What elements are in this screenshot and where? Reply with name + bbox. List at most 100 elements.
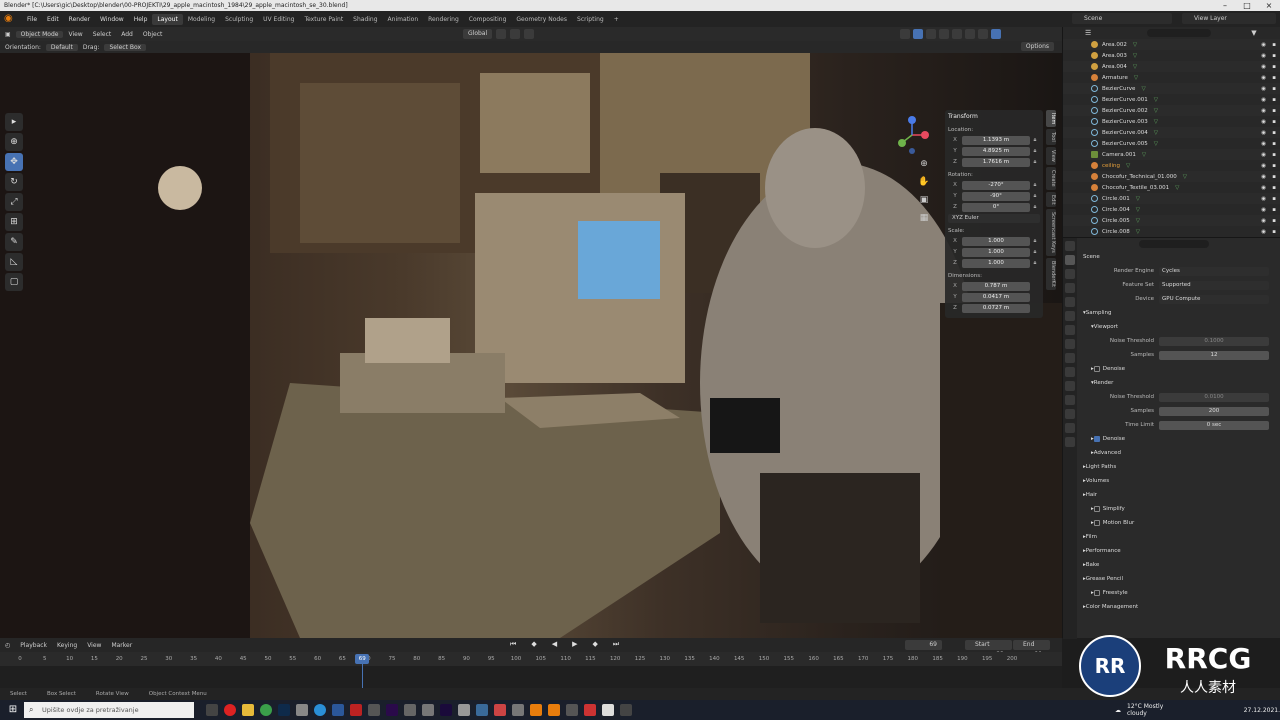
outliner-item-name[interactable]: Circle.005	[1102, 218, 1130, 224]
render-camera-icon[interactable]: ▪	[1272, 53, 1276, 59]
navigation-gizmo[interactable]	[890, 113, 934, 157]
jump-end-icon[interactable]: ⏭	[608, 640, 624, 649]
material-properties-tab[interactable]	[1065, 423, 1075, 433]
outliner-item-name[interactable]: BezierCurve.002	[1102, 108, 1148, 114]
taskbar-search-input[interactable]: ⌕ Upišite ovdje za pretraživanje	[24, 702, 194, 718]
dimensions-z-row[interactable]: Z 0.0727 m	[948, 303, 1040, 313]
visibility-eye-icon[interactable]: ◉	[1261, 207, 1266, 213]
transform-orientation-dropdown[interactable]: Global	[463, 29, 493, 39]
zoom-icon[interactable]: ⊕	[917, 157, 931, 171]
media-icon[interactable]	[404, 704, 416, 716]
outliner-item-name[interactable]: Armature	[1102, 75, 1128, 81]
play-reverse-icon[interactable]: ◀	[547, 640, 562, 649]
outliner-row[interactable]: Chocofur_Textile_03.001 ▽ ◉ ▪	[1063, 182, 1280, 193]
lock-icon[interactable]: 🔒︎	[1030, 238, 1040, 245]
outliner-item-name[interactable]: BezierCurve.003	[1102, 119, 1148, 125]
visibility-eye-icon[interactable]: ◉	[1261, 185, 1266, 191]
add-cube-tool-icon[interactable]: ▢	[5, 273, 23, 291]
object-properties-tab[interactable]	[1065, 339, 1075, 349]
workspace-tab-animation[interactable]: Animation	[383, 14, 424, 25]
lock-icon[interactable]: 🔒︎	[1030, 249, 1040, 256]
render-denoise-checkbox[interactable]	[1093, 436, 1100, 442]
panel-header-bake[interactable]: ▸ Bake	[1079, 558, 1280, 572]
rotation-x-row[interactable]: X -270° 🔒︎	[948, 180, 1040, 190]
viewport-denoise-header[interactable]: ▸ Denoise	[1079, 362, 1280, 376]
shading-rendered-icon[interactable]	[991, 29, 1001, 39]
close-icon[interactable]: ×	[1258, 0, 1280, 11]
mode-selector[interactable]: Object Mode	[15, 30, 64, 38]
render-camera-icon[interactable]: ▪	[1272, 64, 1276, 70]
annotate-tool-icon[interactable]: ✎	[5, 233, 23, 251]
properties-search-input[interactable]	[1139, 240, 1209, 248]
gizmo-neg-z-axis[interactable]	[909, 148, 915, 154]
visibility-eye-icon[interactable]: ◉	[1261, 86, 1266, 92]
playhead-indicator[interactable]: 69	[355, 654, 370, 664]
menu-edit[interactable]: Edit	[42, 16, 64, 23]
snap-icon[interactable]	[510, 29, 521, 39]
render-camera-icon[interactable]: ▪	[1272, 119, 1276, 125]
editor-type-icon[interactable]: ▣	[0, 31, 16, 38]
viewport-3d[interactable]: ▸ ⊕ ✥ ↻ ⤢ ⊞ ✎ ◺ ▢ ⊕ ✋ ▣ ▦ Transform Loca…	[0, 53, 1062, 638]
panel-header-color-management[interactable]: ▸ Color Management	[1079, 600, 1280, 614]
maximize-icon[interactable]: □	[1236, 0, 1258, 11]
menu-add[interactable]: Add	[116, 31, 138, 38]
skype-icon[interactable]	[314, 704, 326, 716]
render-camera-icon[interactable]: ▪	[1272, 75, 1276, 81]
windows-start-icon[interactable]: ⊞	[6, 703, 20, 717]
after-effects-icon[interactable]	[440, 704, 452, 716]
render-camera-icon[interactable]: ▪	[1272, 163, 1276, 169]
menu-playback[interactable]: Playback	[15, 642, 52, 649]
end-frame-field[interactable]: End 80	[1013, 640, 1050, 658]
outliner-item-name[interactable]: BezierCurve.001	[1102, 97, 1148, 103]
scale-tool-icon[interactable]: ⤢	[5, 193, 23, 211]
rotation-y-field[interactable]: -90°	[962, 191, 1030, 201]
scale-y-field[interactable]: 1.000	[962, 247, 1030, 257]
lock-icon[interactable]: 🔒︎	[1030, 204, 1040, 211]
outliner-row[interactable]: Circle.005 ▽ ◉ ▪	[1063, 215, 1280, 226]
viewport-subpanel-header[interactable]: ▾ Viewport	[1079, 320, 1280, 334]
viewport-denoise-checkbox[interactable]	[1093, 366, 1100, 372]
camera-view-icon[interactable]: ▣	[917, 193, 931, 207]
app-icon[interactable]	[620, 704, 632, 716]
menu-timeline-view[interactable]: View	[82, 642, 106, 649]
timeline-ruler[interactable]: 0510152025303540455055606570758085909510…	[0, 652, 1062, 688]
outliner-item-name[interactable]: BezierCurve.004	[1102, 130, 1148, 136]
lock-icon[interactable]: 🔒︎	[1030, 137, 1040, 144]
render-subpanel-header[interactable]: ▾ Render	[1079, 376, 1280, 390]
workspace-tab-shading[interactable]: Shading	[348, 14, 382, 25]
lock-icon[interactable]: 🔒︎	[1030, 182, 1040, 189]
visibility-eye-icon[interactable]: ◉	[1261, 141, 1266, 147]
transform-tool-icon[interactable]: ⊞	[5, 213, 23, 231]
sampling-panel-header[interactable]: ▾ Sampling	[1079, 306, 1280, 320]
shading-wireframe-icon[interactable]	[952, 29, 962, 39]
render-camera-icon[interactable]: ▪	[1272, 42, 1276, 48]
chrome-icon[interactable]	[260, 704, 272, 716]
viewport-samples-field[interactable]: 12	[1159, 350, 1269, 360]
menu-render[interactable]: Render	[64, 16, 95, 23]
filezilla-icon[interactable]	[350, 704, 362, 716]
location-y-row[interactable]: Y 4.8925 m 🔒︎	[948, 146, 1040, 156]
tab-blenderkit[interactable]: BlenderKit	[1046, 258, 1056, 291]
render-camera-icon[interactable]: ▪	[1272, 185, 1276, 191]
visibility-eye-icon[interactable]: ◉	[1261, 97, 1266, 103]
physics-properties-tab[interactable]	[1065, 381, 1075, 391]
current-frame-field[interactable]: 69	[905, 640, 942, 650]
outliner-row[interactable]: BezierCurve.005 ▽ ◉ ▪	[1063, 138, 1280, 149]
start-frame-field[interactable]: Start 22	[965, 640, 1012, 658]
outliner-row[interactable]: Area.003 ▽ ◉ ▪	[1063, 50, 1280, 61]
workspace-tab-compositing[interactable]: Compositing	[464, 14, 512, 25]
outliner-row[interactable]: Armature ▽ ◉ ▪	[1063, 72, 1280, 83]
cursor-tool-icon[interactable]: ⊕	[5, 133, 23, 151]
outliner-row[interactable]: Area.002 ▽ ◉ ▪	[1063, 39, 1280, 50]
pivot-icon[interactable]	[496, 29, 507, 39]
particles-properties-tab[interactable]	[1065, 367, 1075, 377]
render-camera-icon[interactable]: ▪	[1272, 218, 1276, 224]
render-engine-dropdown[interactable]: Cycles	[1159, 266, 1269, 276]
render-samples-field[interactable]: 200	[1159, 406, 1269, 416]
visibility-eye-icon[interactable]: ◉	[1261, 119, 1266, 125]
options-dropdown[interactable]: Options	[1020, 42, 1054, 51]
rotate-tool-icon[interactable]: ↻	[5, 173, 23, 191]
workspace-tab-texture-paint[interactable]: Texture Paint	[299, 14, 348, 25]
location-x-field[interactable]: 1.1393 m	[962, 135, 1030, 145]
workspace-tab-scripting[interactable]: Scripting	[572, 14, 609, 25]
